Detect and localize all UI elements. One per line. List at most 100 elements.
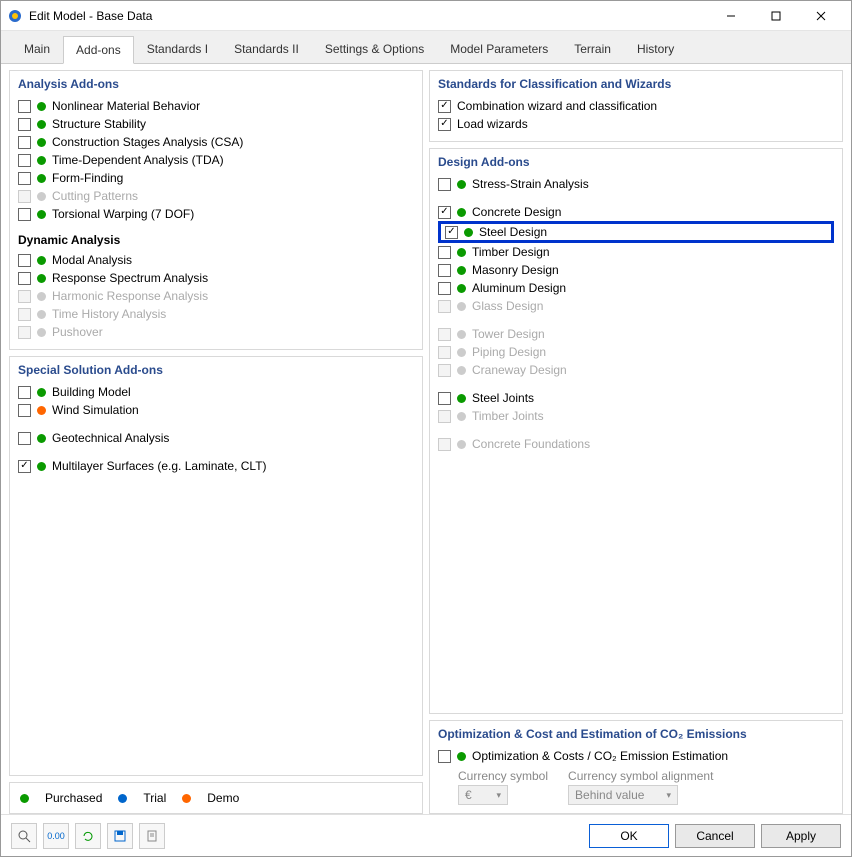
addon-label: Pushover <box>52 325 103 339</box>
addon-label: Building Model <box>52 385 131 399</box>
checkbox[interactable] <box>438 392 451 405</box>
addon-row: Tower Design <box>438 325 834 343</box>
status-dot <box>464 228 473 237</box>
status-dot <box>457 330 466 339</box>
checkbox[interactable] <box>438 264 451 277</box>
addon-row: Nonlinear Material Behavior <box>18 97 414 115</box>
checkbox <box>18 326 31 339</box>
checkbox[interactable] <box>438 282 451 295</box>
checkbox[interactable] <box>18 154 31 167</box>
addon-row: Concrete Foundations <box>438 435 834 453</box>
addon-row: Glass Design <box>438 297 834 315</box>
checkbox[interactable] <box>18 432 31 445</box>
maximize-button[interactable] <box>753 1 798 30</box>
tab-model-parameters[interactable]: Model Parameters <box>437 35 561 63</box>
addon-row: Geotechnical Analysis <box>18 429 414 447</box>
legend-dot-purchased <box>20 794 29 803</box>
addon-row: Construction Stages Analysis (CSA) <box>18 133 414 151</box>
special-solution-panel: Special Solution Add-ons Building Model W… <box>9 356 423 776</box>
checkbox <box>438 438 451 451</box>
tool-units-button[interactable]: 0.00 <box>43 823 69 849</box>
addon-row: Craneway Design <box>438 361 834 379</box>
checkbox[interactable] <box>18 100 31 113</box>
currency-symbol-dropdown[interactable]: € ▾ <box>458 785 508 805</box>
right-column: Standards for Classification and Wizards… <box>429 70 843 814</box>
checkbox[interactable] <box>18 118 31 131</box>
checkbox[interactable] <box>18 254 31 267</box>
addon-label: Piping Design <box>472 345 546 359</box>
addon-row: Form-Finding <box>18 169 414 187</box>
addon-label: Tower Design <box>472 327 545 341</box>
tab-settings-options[interactable]: Settings & Options <box>312 35 437 63</box>
ok-button[interactable]: OK <box>589 824 669 848</box>
checkbox[interactable] <box>18 208 31 221</box>
magnifier-icon <box>17 829 31 843</box>
cancel-button[interactable]: Cancel <box>675 824 755 848</box>
minimize-icon <box>726 11 736 21</box>
content: Analysis Add-ons Nonlinear Material Beha… <box>1 64 851 814</box>
addon-label: Cutting Patterns <box>52 189 138 203</box>
checkbox[interactable] <box>18 172 31 185</box>
document-icon <box>145 829 159 843</box>
status-dot <box>37 102 46 111</box>
checkbox <box>18 290 31 303</box>
tool-save-button[interactable] <box>107 823 133 849</box>
minimize-button[interactable] <box>708 1 753 30</box>
checkbox[interactable] <box>18 386 31 399</box>
status-dot <box>457 440 466 449</box>
status-dot <box>457 752 466 761</box>
addon-row: Masonry Design <box>438 261 834 279</box>
tool-report-button[interactable] <box>139 823 165 849</box>
addon-label: Timber Design <box>472 245 550 259</box>
status-dot <box>37 256 46 265</box>
addon-label: Form-Finding <box>52 171 123 185</box>
status-dot <box>457 208 466 217</box>
checkbox[interactable] <box>438 750 451 763</box>
addon-row: Time-Dependent Analysis (TDA) <box>18 151 414 169</box>
dynamic-analysis-title: Dynamic Analysis <box>18 233 414 247</box>
tab-terrain[interactable]: Terrain <box>561 35 624 63</box>
checkbox[interactable] <box>438 178 451 191</box>
close-button[interactable] <box>798 1 843 30</box>
addon-row: Stress-Strain Analysis <box>438 175 834 193</box>
currency-symbol-value: € <box>465 788 472 802</box>
addon-label: Response Spectrum Analysis <box>52 271 208 285</box>
tabs: MainAdd-onsStandards IStandards IISettin… <box>1 31 851 64</box>
status-dot <box>37 138 46 147</box>
checkbox[interactable] <box>18 136 31 149</box>
checkbox[interactable] <box>18 460 31 473</box>
design-addons-panel: Design Add-ons Stress-Strain Analysis Co… <box>429 148 843 714</box>
addon-label: Steel Joints <box>472 391 534 405</box>
tab-standards-i[interactable]: Standards I <box>134 35 221 63</box>
standards-panel: Standards for Classification and Wizards… <box>429 70 843 142</box>
addon-label: Masonry Design <box>472 263 559 277</box>
checkbox[interactable] <box>438 100 451 113</box>
currency-align-dropdown[interactable]: Behind value ▾ <box>568 785 678 805</box>
addon-label: Modal Analysis <box>52 253 132 267</box>
tab-add-ons[interactable]: Add-ons <box>63 36 134 64</box>
checkbox[interactable] <box>438 206 451 219</box>
checkbox[interactable] <box>18 404 31 417</box>
tool-help-button[interactable] <box>11 823 37 849</box>
tab-main[interactable]: Main <box>11 35 63 63</box>
checkbox[interactable] <box>438 118 451 131</box>
status-dot <box>37 388 46 397</box>
checkbox[interactable] <box>445 226 458 239</box>
addon-label: Wind Simulation <box>52 403 139 417</box>
checkbox <box>18 190 31 203</box>
tab-history[interactable]: History <box>624 35 687 63</box>
legend-dot-demo <box>182 794 191 803</box>
titlebar: Edit Model - Base Data <box>1 1 851 31</box>
status-dot <box>37 156 46 165</box>
tool-refresh-button[interactable] <box>75 823 101 849</box>
checkbox[interactable] <box>438 246 451 259</box>
apply-button[interactable]: Apply <box>761 824 841 848</box>
addon-label: Glass Design <box>472 299 543 313</box>
tab-standards-ii[interactable]: Standards II <box>221 35 312 63</box>
status-dot <box>37 434 46 443</box>
optimization-title: Optimization & Cost and Estimation of CO… <box>438 727 834 741</box>
addon-label: Optimization & Costs / CO₂ Emission Esti… <box>472 749 728 763</box>
checkbox[interactable] <box>18 272 31 285</box>
special-solution-title: Special Solution Add-ons <box>18 363 414 377</box>
legend-dot-trial <box>118 794 127 803</box>
